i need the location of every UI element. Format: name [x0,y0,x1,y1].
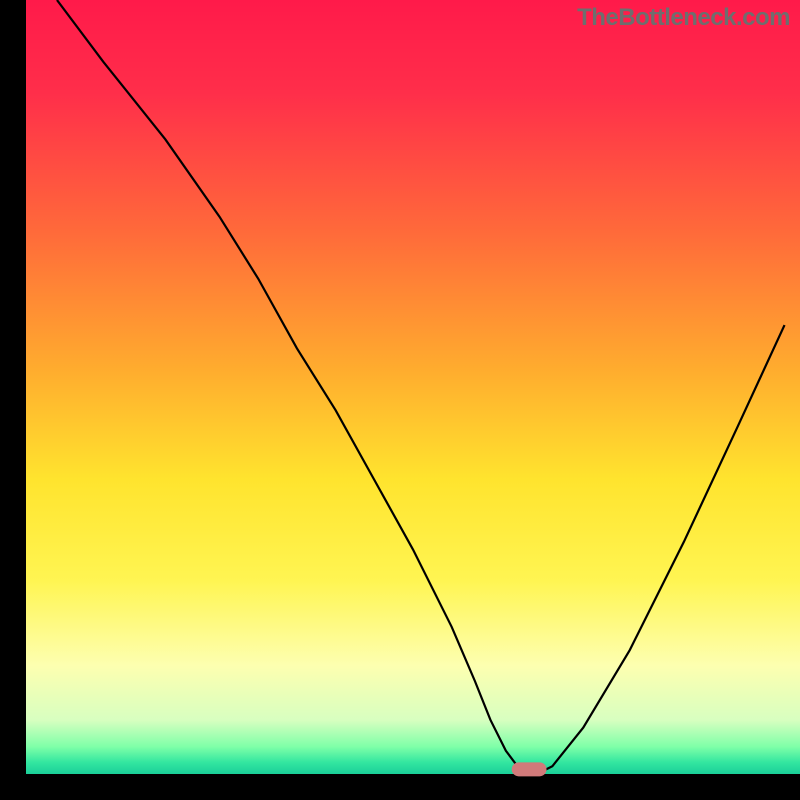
watermark: TheBottleneck.com [577,4,790,32]
bottleneck-chart [0,0,800,800]
chart-container: TheBottleneck.com [0,0,800,800]
optimal-zone-marker [512,762,547,776]
plot-background [26,0,800,774]
